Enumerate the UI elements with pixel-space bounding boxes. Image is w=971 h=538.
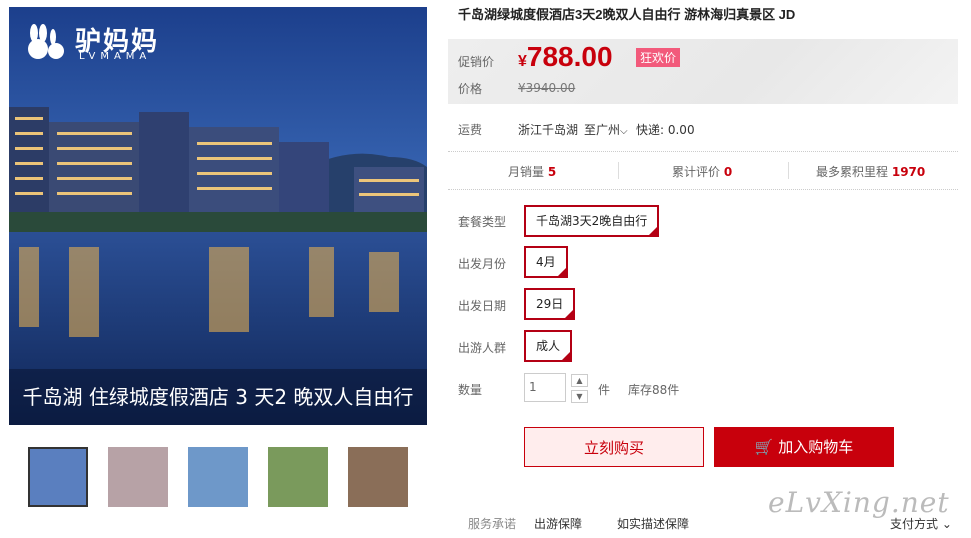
service-guarantee-1[interactable]: 出游保障 <box>534 515 582 532</box>
package-option[interactable]: 千岛湖3天2晚自由行 <box>524 205 660 237</box>
monthly-sales-label: 月销量 <box>508 165 545 179</box>
cart-icon: 🛒 <box>754 438 774 456</box>
divider <box>618 162 619 179</box>
sale-badge: 狂欢价 <box>636 48 681 67</box>
promo-price-value: 788.00 <box>526 41 613 72</box>
quantity-down-button[interactable]: ▼ <box>571 390 588 403</box>
payment-methods-label: 支付方式 <box>890 517 939 531</box>
stock-count: 库存88件 <box>628 383 680 397</box>
group-label: 出游人群 <box>458 341 507 355</box>
review-count-value: 0 <box>723 165 733 179</box>
price-panel: 促销价 ¥788.00 狂欢价 价格 ¥3940.00 <box>448 39 958 104</box>
chevron-down-icon: ⌄ <box>941 517 952 531</box>
orig-price-label: 价格 <box>458 82 483 96</box>
image-caption: 千岛湖 住绿城度假酒店 3 天2 晚双人自由行 <box>9 369 427 425</box>
logo-subtext: LVMAMA <box>79 51 152 62</box>
shipping-destination[interactable]: 至广州⌵ <box>584 121 628 138</box>
points: 最多累积里程 1970 <box>816 163 925 180</box>
date-label: 出发日期 <box>458 299 507 313</box>
logo-icon <box>23 23 67 63</box>
shipping-to: 至广州 <box>584 123 621 137</box>
orig-price-value: ¥3940.00 <box>518 81 576 95</box>
buy-now-button[interactable]: 立刻购买 <box>524 427 704 467</box>
review-count-label: 累计评价 <box>672 165 721 179</box>
thumbnail-1[interactable] <box>28 447 88 507</box>
service-label: 服务承诺 <box>468 517 517 531</box>
main-product-image: 驴妈妈 LVMAMA 千岛湖 住绿城度假酒店 3 天2 晚双人自由行 <box>9 7 427 425</box>
points-label: 最多累积里程 <box>816 165 889 179</box>
add-to-cart-button[interactable]: 🛒 加入购物车 <box>714 427 894 467</box>
date-option[interactable]: 29日 <box>524 288 576 320</box>
quantity-input[interactable]: 1 <box>524 373 566 402</box>
package-type-label: 套餐类型 <box>458 215 507 229</box>
thumbnail-5[interactable] <box>348 447 408 507</box>
shipping-from: 浙江千岛湖 <box>518 123 579 137</box>
monthly-sales-value: 5 <box>547 165 557 179</box>
service-guarantee-2[interactable]: 如实描述保障 <box>617 515 689 532</box>
points-value: 1970 <box>891 165 926 179</box>
currency-symbol: ¥ <box>518 53 527 70</box>
quantity-unit: 件 <box>598 383 611 397</box>
thumbnail-3[interactable] <box>188 447 248 507</box>
watermark: eLvXing.net <box>768 486 950 519</box>
month-label: 出发月份 <box>458 257 507 271</box>
product-title: 千岛湖绿城度假酒店3天2晚双人自由行 游林海归真景区 JD <box>458 7 796 22</box>
chevron-down-icon: ⌵ <box>620 126 628 137</box>
group-option[interactable]: 成人 <box>524 330 573 362</box>
stats-bar: 月销量 5 累计评价 0 最多累积里程 1970 <box>448 151 958 190</box>
hotel-lake-photo <box>9 7 427 425</box>
divider <box>788 162 789 179</box>
quantity-up-button[interactable]: ▲ <box>571 374 588 387</box>
shipping-label: 运费 <box>458 123 483 137</box>
review-count[interactable]: 累计评价 0 <box>672 163 732 180</box>
shipping-fee: 快递: 0.00 <box>636 123 695 137</box>
monthly-sales: 月销量 5 <box>508 163 556 180</box>
quantity-label: 数量 <box>458 383 483 397</box>
add-to-cart-label: 加入购物车 <box>778 438 854 456</box>
promo-price-label: 促销价 <box>458 55 495 69</box>
thumbnail-2[interactable] <box>108 447 168 507</box>
promo-price: ¥788.00 <box>518 41 613 73</box>
thumbnail-4[interactable] <box>268 447 328 507</box>
month-option[interactable]: 4月 <box>524 246 568 278</box>
